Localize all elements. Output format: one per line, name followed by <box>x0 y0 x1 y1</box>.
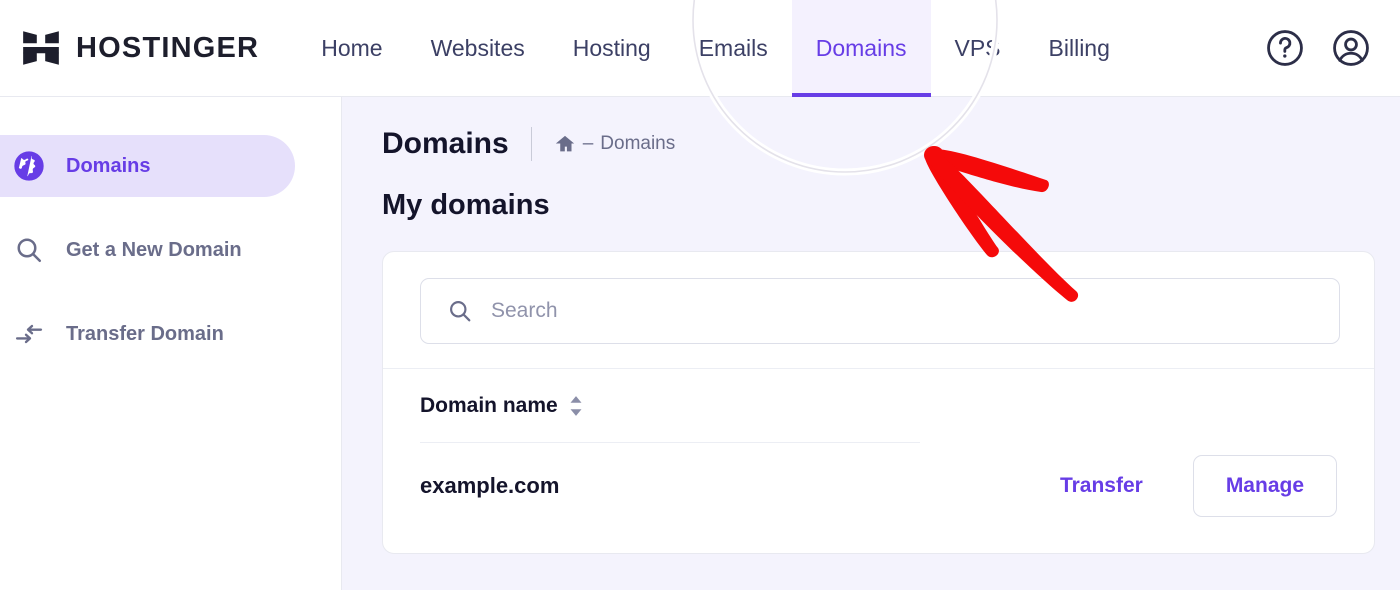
search-box[interactable] <box>420 278 1340 344</box>
brand-name: HOSTINGER <box>76 31 260 64</box>
table-header-row: Domain name <box>383 368 1374 442</box>
breadcrumb-title: Domains <box>382 127 509 160</box>
nav-item-hosting[interactable]: Hosting <box>549 0 675 97</box>
brand-logo-link[interactable]: HOSTINGER <box>20 27 259 69</box>
top-navigation-bar: HOSTINGER Home Websites Hosting Emails D… <box>0 0 1400 97</box>
nav-item-billing[interactable]: Billing <box>1025 0 1134 97</box>
search-icon <box>450 301 471 322</box>
table-row: example.com Transfer Manage <box>383 443 1374 529</box>
main-content: Domains – Domains My domains Domain name <box>342 97 1400 590</box>
domains-card: Domain name example.com Transfer Manage <box>382 251 1375 554</box>
sidebar-item-label-transfer-domain: Transfer Domain <box>66 322 224 345</box>
breadcrumb-path: – Domains <box>554 133 676 155</box>
breadcrumb-divider <box>530 127 532 161</box>
breadcrumb-separator: – <box>582 133 594 154</box>
column-header-label: Domain name <box>420 393 558 417</box>
sidebar-item-get-a-new-domain[interactable]: Get a New Domain <box>0 219 295 281</box>
hostinger-h-logo-icon <box>23 31 59 65</box>
transfer-link[interactable]: Transfer <box>1060 474 1143 498</box>
cell-domain-name: example.com <box>420 473 560 498</box>
top-nav-links: Home Websites Hosting Emails Domains VPS… <box>297 0 1134 97</box>
nav-item-emails[interactable]: Emails <box>675 0 792 97</box>
breadcrumb-current: Domains <box>600 133 676 154</box>
page-title: My domains <box>382 189 550 221</box>
search-section <box>383 252 1374 368</box>
search-icon <box>12 233 46 267</box>
sidebar-item-transfer-domain[interactable]: Transfer Domain <box>0 303 295 365</box>
nav-item-websites[interactable]: Websites <box>407 0 549 97</box>
sidebar-item-label-get-a-new-domain: Get a New Domain <box>66 238 242 261</box>
sort-updown-icon[interactable] <box>569 395 583 417</box>
column-header-domain-name[interactable]: Domain name <box>420 394 583 418</box>
home-icon[interactable] <box>554 133 576 155</box>
top-nav-actions <box>1264 27 1372 69</box>
question-mark-circle-icon[interactable] <box>1264 27 1306 69</box>
transfer-arrows-icon <box>12 317 46 351</box>
sidebar: Domains Get a New Domain Transfer Domain <box>0 97 342 590</box>
nav-item-home[interactable]: Home <box>297 0 406 97</box>
sidebar-item-domains[interactable]: Domains <box>0 135 295 197</box>
globe-icon <box>12 149 46 183</box>
breadcrumb: Domains – Domains <box>382 123 1372 165</box>
nav-item-vps[interactable]: VPS <box>931 0 1025 97</box>
manage-button[interactable]: Manage <box>1192 455 1337 517</box>
nav-item-domains[interactable]: Domains <box>791 0 931 97</box>
search-input[interactable] <box>491 299 1313 323</box>
user-account-circle-icon[interactable] <box>1330 27 1372 69</box>
sidebar-item-label-domains: Domains <box>66 154 151 177</box>
